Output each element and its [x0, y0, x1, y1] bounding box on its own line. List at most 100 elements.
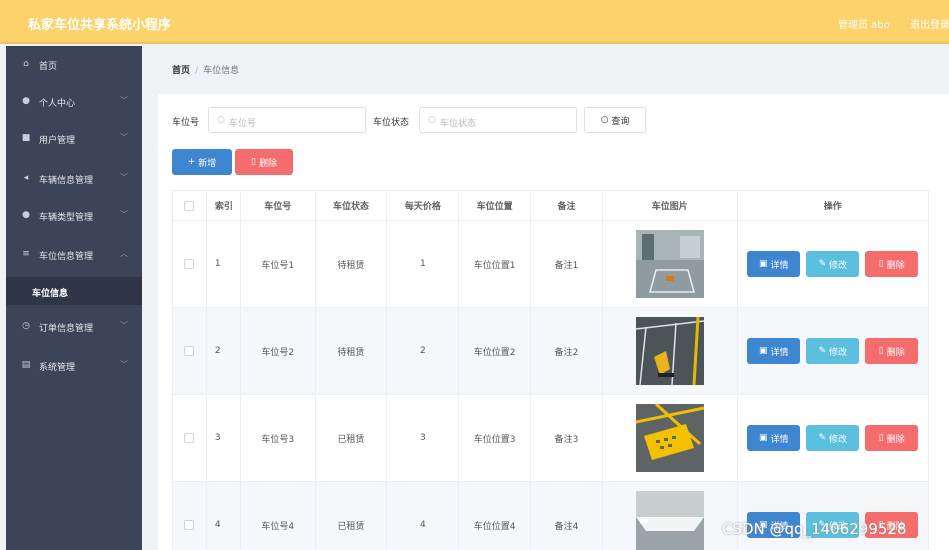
- sidebar-item-label: 用户管理: [39, 136, 76, 146]
- sidebar-subitem-parking-info[interactable]: 车位信息: [6, 277, 142, 305]
- parking-table: 索引 车位号 车位状态 每天价格 车位位置 备注 车位图片 操作 1 车位号1 …: [172, 190, 929, 550]
- cell-position: 车位位置3: [459, 395, 532, 481]
- sidebar-item-vehicles[interactable]: ◂ 车辆信息管理 ﹀: [6, 160, 142, 197]
- cell-remark: 备注1: [531, 221, 603, 307]
- search-icon: ○: [217, 115, 225, 125]
- chevron-down-icon: ﹀: [120, 210, 128, 219]
- sidebar-item-label: 首页: [39, 62, 58, 72]
- sidebar-item-label: 车辆类型管理: [39, 213, 94, 223]
- row-checkbox[interactable]: [184, 346, 195, 356]
- document-icon: ▣: [759, 346, 768, 356]
- cell-image: [603, 395, 738, 481]
- search-icon: ○: [600, 115, 609, 125]
- parking-no-input[interactable]: ○ 车位号: [208, 107, 366, 133]
- delete-button[interactable]: ▯ 删除: [865, 425, 919, 451]
- edit-button[interactable]: ✎ 修改: [806, 425, 860, 451]
- row-checkbox-cell: [173, 482, 207, 550]
- parking-lock-image[interactable]: [635, 317, 704, 385]
- cell-remark: 备注3: [531, 395, 603, 481]
- header-price: 每天价格: [387, 191, 460, 220]
- cell-index: 3: [207, 395, 241, 481]
- edit-button[interactable]: ✎ 修改: [806, 338, 860, 364]
- detail-button[interactable]: ▣ 详情: [747, 338, 801, 364]
- trash-icon: ▯: [878, 433, 884, 443]
- add-button[interactable]: + 新增: [172, 149, 232, 175]
- chevron-down-icon: ﹀: [120, 360, 128, 369]
- query-button[interactable]: ○ 查询: [584, 107, 646, 133]
- parking-status-input[interactable]: ○ 车位状态: [419, 107, 577, 133]
- delete-button[interactable]: ▯ 删除: [865, 251, 919, 277]
- chevron-down-icon: ﹀: [120, 133, 128, 142]
- detail-label: 详情: [770, 434, 789, 445]
- cell-status: 已租赁: [316, 395, 388, 481]
- sidebar-item-label: 系统管理: [39, 363, 76, 373]
- parking-garage-image[interactable]: [635, 230, 704, 298]
- sidebar-item-users[interactable]: ■ 用户管理 ﹀: [6, 120, 142, 157]
- sidebar: ⌂ 首页 ● 个人中心 ﹀ ■ 用户管理 ﹀ ◂ 车辆信息管理 ﹀ ● 车辆类型…: [6, 46, 142, 550]
- main-content: 首页 / 车位信息 车位号 ○ 车位号 车位状态 ○ 车位状态 ○ 查询 + 新增 …: [142, 46, 949, 550]
- header-checkbox-cell: [173, 191, 207, 220]
- yellow-marking-image[interactable]: [635, 404, 704, 472]
- trash-icon: ▯: [878, 259, 884, 269]
- cell-actions: ▣ 详情 ✎ 修改 ▯ 删除: [738, 482, 928, 550]
- sidebar-item-parking[interactable]: ≡ 车位信息管理 ︿: [6, 236, 142, 273]
- trash-icon: ▯: [251, 157, 256, 167]
- header-index: 索引: [207, 191, 241, 220]
- header-status: 车位状态: [316, 191, 388, 220]
- breadcrumb-separator: /: [195, 66, 199, 76]
- delete-button[interactable]: ▯ 删除: [865, 338, 919, 364]
- cell-status: 待租赁: [316, 221, 388, 307]
- sidebar-item-label: 车辆信息管理: [39, 176, 94, 186]
- cell-image: [603, 221, 738, 307]
- delete-label: 删除: [886, 347, 905, 358]
- cell-price: 2: [387, 308, 460, 394]
- header-parking-no: 车位号: [241, 191, 316, 220]
- cell-price: 1: [387, 221, 460, 307]
- edit-icon: ✎: [818, 433, 827, 443]
- row-checkbox[interactable]: [184, 259, 195, 269]
- batch-delete-button[interactable]: ▯ 删除: [235, 149, 293, 175]
- batch-delete-label: 删除: [258, 158, 277, 169]
- add-button-label: 新增: [198, 158, 217, 169]
- detail-button[interactable]: ▣ 详情: [747, 251, 801, 277]
- admin-user-label[interactable]: 管理员 abo: [838, 16, 890, 31]
- logout-link[interactable]: 退出登录: [910, 16, 949, 31]
- parking-status-placeholder: 车位状态: [440, 119, 477, 129]
- cell-status: 已租赁: [316, 482, 388, 550]
- content-panel: 车位号 ○ 车位号 车位状态 ○ 车位状态 ○ 查询 + 新增 ▯ 删除 索引: [158, 94, 949, 550]
- row-checkbox[interactable]: [184, 433, 195, 443]
- row-checkbox-cell: [173, 308, 207, 394]
- csdn-watermark: CSDN @qq_1406299528: [722, 520, 907, 538]
- cell-index: 4: [207, 482, 241, 550]
- cell-position: 车位位置2: [459, 308, 532, 394]
- cell-image: [603, 308, 738, 394]
- table-header: 索引 车位号 车位状态 每天价格 车位位置 备注 车位图片 操作: [173, 191, 928, 221]
- user-icon: ●: [22, 96, 30, 106]
- sidebar-item-label: 个人中心: [39, 99, 76, 109]
- clock-icon: ◷: [22, 321, 30, 331]
- row-checkbox[interactable]: [184, 520, 195, 530]
- cell-price: 3: [387, 395, 460, 481]
- breadcrumb-current: 车位信息: [203, 66, 240, 76]
- breadcrumb-home[interactable]: 首页: [172, 66, 190, 76]
- sidebar-item-profile[interactable]: ● 个人中心 ﹀: [6, 83, 142, 120]
- garage-wall-image[interactable]: [635, 491, 704, 550]
- detail-button[interactable]: ▣ 详情: [747, 425, 801, 451]
- sidebar-item-home[interactable]: ⌂ 首页: [6, 46, 142, 83]
- cell-position: 车位位置1: [459, 221, 532, 307]
- edit-button[interactable]: ✎ 修改: [806, 251, 860, 277]
- select-all-checkbox[interactable]: [184, 200, 195, 211]
- cell-position: 车位位置4: [459, 482, 532, 550]
- table-row: 4 车位号4 已租赁 4 车位位置4 备注4 ▣ 详情 ✎ 修改 ▯ 删除: [173, 482, 928, 550]
- sidebar-item-orders[interactable]: ◷ 订单信息管理 ﹀: [6, 308, 142, 345]
- sidebar-item-vehicle-types[interactable]: ● 车辆类型管理 ﹀: [6, 197, 142, 234]
- cell-index: 2: [207, 308, 241, 394]
- edit-label: 修改: [829, 434, 848, 445]
- search-icon: ○: [428, 115, 436, 125]
- sidebar-item-system[interactable]: ▤ 系统管理 ﹀: [6, 347, 142, 384]
- edit-icon: ✎: [818, 259, 827, 269]
- breadcrumb: 首页 / 车位信息: [172, 63, 239, 76]
- parking-status-label: 车位状态: [373, 118, 410, 128]
- document-icon: ▣: [759, 433, 768, 443]
- plus-icon: +: [187, 157, 196, 167]
